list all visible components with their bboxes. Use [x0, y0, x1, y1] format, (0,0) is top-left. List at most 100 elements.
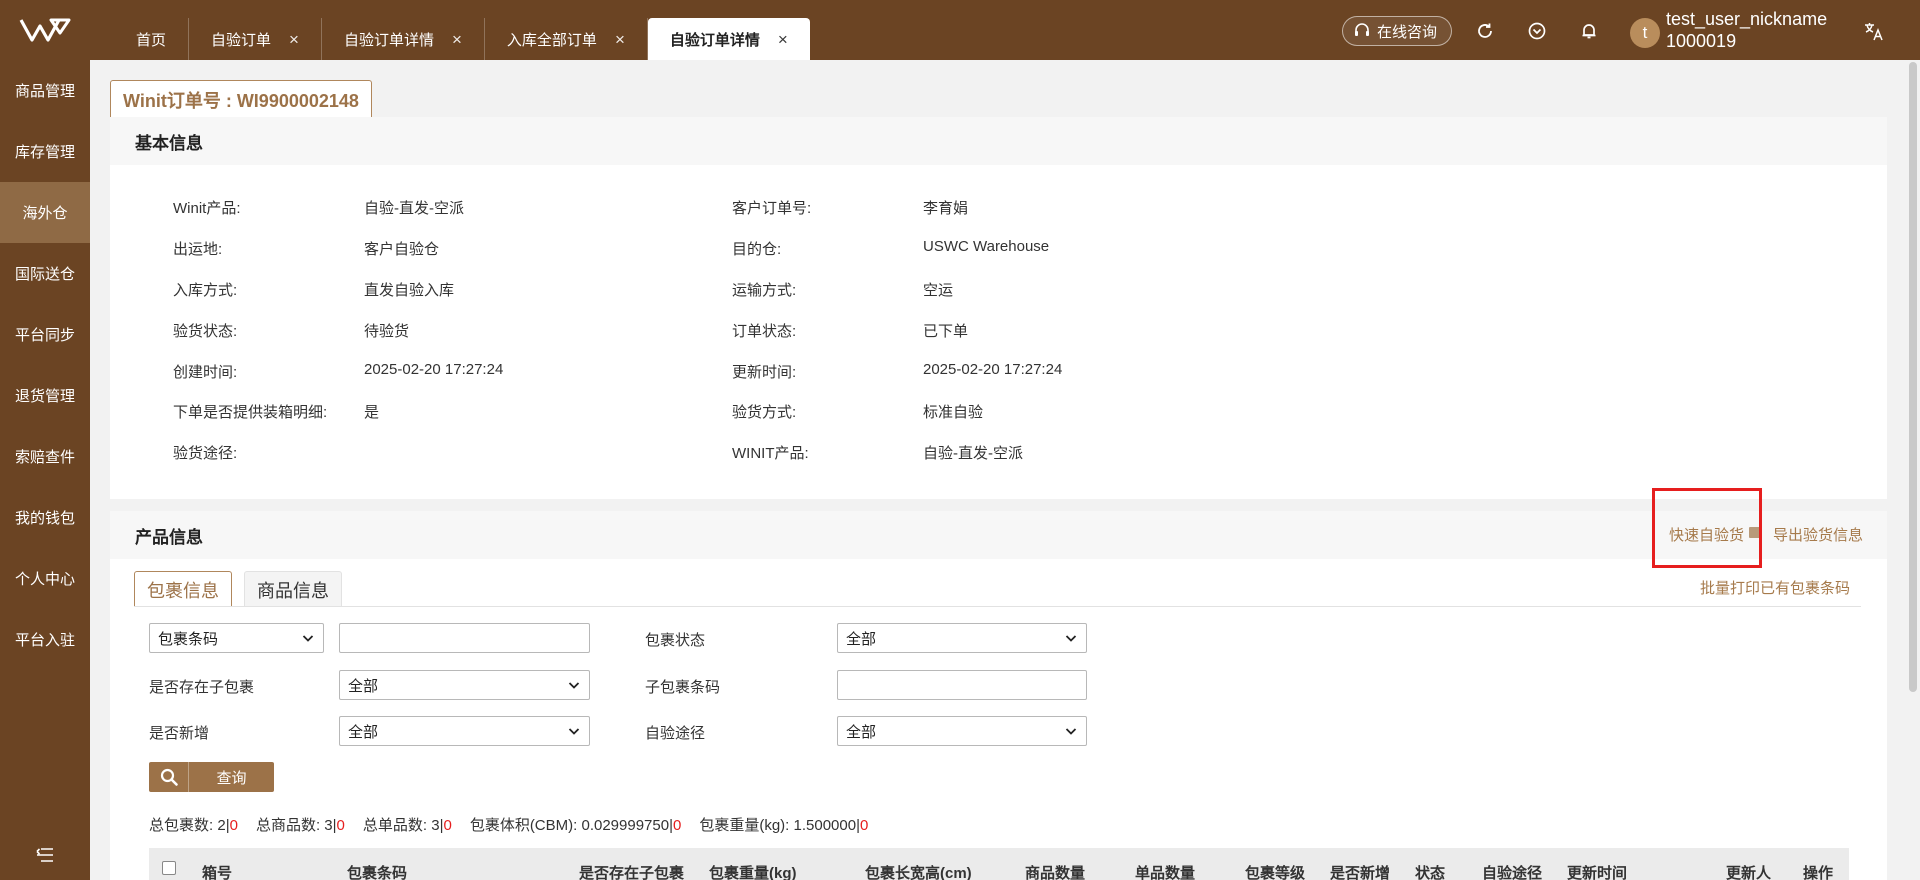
tab-divider	[134, 606, 1861, 607]
col-has-child[interactable]: 是否存在子包裹	[579, 862, 684, 880]
tab-self-inspect-order-detail[interactable]: 自验订单详情 ×	[322, 18, 485, 60]
order-number-tab[interactable]: Winit订单号 : WI9900002148	[110, 80, 372, 118]
info-label: 创建时间:	[173, 364, 238, 381]
col-status[interactable]: 状态	[1415, 862, 1445, 880]
sidebar-item-claims[interactable]: 索赔查件	[0, 426, 90, 487]
sidebar-item-label: 平台入驻	[14, 632, 75, 649]
summary-total-goods: 总商品数: 3|0	[256, 814, 345, 835]
col-actions[interactable]: 操作	[1803, 862, 1833, 880]
translate-icon[interactable]	[1862, 19, 1886, 43]
info-value: 李育娟	[923, 200, 969, 217]
summary-total-sku: 总单品数: 3|0	[363, 814, 452, 835]
col-updated-at[interactable]: 更新时间	[1567, 862, 1627, 880]
close-icon[interactable]: ×	[289, 31, 299, 48]
avatar[interactable]: t	[1630, 18, 1660, 48]
tab-self-inspect-orders[interactable]: 自验订单 ×	[189, 18, 322, 60]
sidebar-item-platform-join[interactable]: 平台入驻	[0, 609, 90, 670]
is-new-label: 是否新增	[149, 725, 210, 742]
sidebar-item-returns[interactable]: 退货管理	[0, 365, 90, 426]
summary-weight: 包裹重量(kg): 1.500000|0	[699, 814, 868, 835]
col-is-new[interactable]: 是否新增	[1330, 862, 1390, 880]
info-value: 直发自验入库	[364, 282, 455, 299]
query-button[interactable]: 查询	[149, 762, 274, 792]
summary-red-value: 0	[860, 817, 869, 834]
menu-collapse-icon[interactable]	[0, 840, 90, 870]
logo[interactable]	[0, 0, 90, 60]
barcode-type-select[interactable]: 包裹条码	[149, 623, 324, 653]
col-weight[interactable]: 包裹重量(kg)	[709, 862, 797, 880]
info-label: 验货方式:	[732, 404, 797, 421]
sidebar-item-overseas-warehouse[interactable]: 海外仓	[0, 182, 90, 243]
sidebar-item-international[interactable]: 国际送仓	[0, 243, 90, 304]
sidebar-item-inventory[interactable]: 库存管理	[0, 121, 90, 182]
online-consult-button[interactable]: 在线咨询	[1342, 16, 1453, 46]
select-all-checkbox[interactable]	[162, 861, 176, 875]
col-package-barcode[interactable]: 包裹条码	[347, 862, 407, 880]
search-icon	[149, 762, 189, 792]
info-label: Winit产品:	[173, 200, 241, 217]
tab-self-inspect-order-detail-active[interactable]: 自验订单详情 ×	[647, 18, 810, 60]
sidebar: 商品管理 库存管理 海外仓 国际送仓 平台同步 退货管理 索赔查件 我的钱包 个…	[0, 60, 90, 880]
summary-value: 1.500000	[793, 817, 857, 834]
info-value: 2025-02-20 17:27:24	[923, 361, 1063, 378]
chevron-down-icon	[568, 682, 580, 689]
info-value: 自验-直发-空派	[923, 445, 1023, 462]
tab-label: 自验订单	[211, 31, 272, 49]
package-status-select[interactable]: 全部	[837, 623, 1087, 653]
summary-label: 总商品数:	[255, 817, 321, 834]
tab-label: 自验订单详情	[669, 31, 760, 49]
feedback-icon[interactable]	[1525, 19, 1549, 43]
close-icon[interactable]: ×	[778, 31, 788, 48]
summary-red-value: 0	[443, 817, 452, 834]
col-sku-qty[interactable]: 单品数量	[1135, 862, 1195, 880]
info-label: 运输方式:	[732, 282, 797, 299]
chevron-down-icon	[1065, 635, 1077, 642]
info-label: 验货状态:	[173, 323, 238, 340]
tab-home[interactable]: 首页	[110, 18, 190, 60]
sidebar-item-platform-sync[interactable]: 平台同步	[0, 304, 90, 365]
product-info-title: 产品信息	[110, 511, 1887, 559]
refresh-icon[interactable]	[1473, 19, 1497, 43]
tab-label: 入库全部订单	[506, 31, 597, 49]
sidebar-item-label: 库存管理	[14, 144, 75, 161]
tab-inbound-all-orders[interactable]: 入库全部订单 ×	[485, 18, 648, 60]
export-inspect-link[interactable]: 导出验货信息	[1773, 524, 1863, 545]
info-value: 标准自验	[923, 404, 984, 421]
sidebar-item-wallet[interactable]: 我的钱包	[0, 487, 90, 548]
scrollbar-thumb[interactable]	[1909, 62, 1917, 692]
page-tabs: 首页 自验订单 × 自验订单详情 × 入库全部订单 × 自验订单详情 ×	[110, 18, 810, 60]
info-label: 下单是否提供装箱明细:	[173, 404, 328, 421]
has-child-select[interactable]: 全部	[339, 670, 590, 700]
close-icon[interactable]: ×	[452, 31, 462, 48]
col-box-no[interactable]: 箱号	[202, 862, 232, 880]
sidebar-item-goods[interactable]: 商品管理	[0, 60, 90, 121]
sidebar-item-label: 国际送仓	[14, 266, 75, 283]
summary-label: 总包裹数:	[149, 817, 214, 834]
col-dimensions[interactable]: 包裹长宽高(cm)	[865, 862, 972, 880]
close-icon[interactable]: ×	[615, 31, 625, 48]
sidebar-item-label: 海外仓	[22, 205, 68, 222]
is-new-select[interactable]: 全部	[339, 716, 590, 746]
page-scrollbar[interactable]	[1906, 60, 1920, 880]
user-info[interactable]: test_user_nickname 1000019	[1666, 8, 1827, 52]
chevron-down-icon	[302, 635, 314, 642]
info-value: 2025-02-20 17:27:24	[364, 361, 504, 378]
info-label: 验货途径:	[173, 445, 238, 462]
tab-goods-info[interactable]: 商品信息	[244, 571, 342, 607]
child-barcode-input[interactable]	[837, 670, 1087, 700]
consult-label: 在线咨询	[1377, 23, 1438, 41]
route-label: 自验途径	[645, 725, 706, 742]
col-goods-qty[interactable]: 商品数量	[1025, 862, 1085, 880]
info-value: 已下单	[923, 323, 969, 340]
batch-print-link[interactable]: 批量打印已有包裹条码	[1700, 577, 1850, 598]
col-package-grade[interactable]: 包裹等级	[1245, 862, 1305, 880]
bell-icon[interactable]	[1577, 19, 1601, 43]
package-table-header: 箱号 包裹条码 是否存在子包裹 包裹重量(kg) 包裹长宽高(cm) 商品数量 …	[149, 848, 1849, 880]
info-label: 入库方式:	[173, 282, 238, 299]
col-route[interactable]: 自验途径	[1482, 862, 1542, 880]
col-updated-by[interactable]: 更新人	[1726, 862, 1771, 880]
tab-package-info[interactable]: 包裹信息	[134, 571, 232, 607]
sidebar-item-personal[interactable]: 个人中心	[0, 548, 90, 609]
barcode-input[interactable]	[339, 623, 590, 653]
route-select[interactable]: 全部	[837, 716, 1087, 746]
